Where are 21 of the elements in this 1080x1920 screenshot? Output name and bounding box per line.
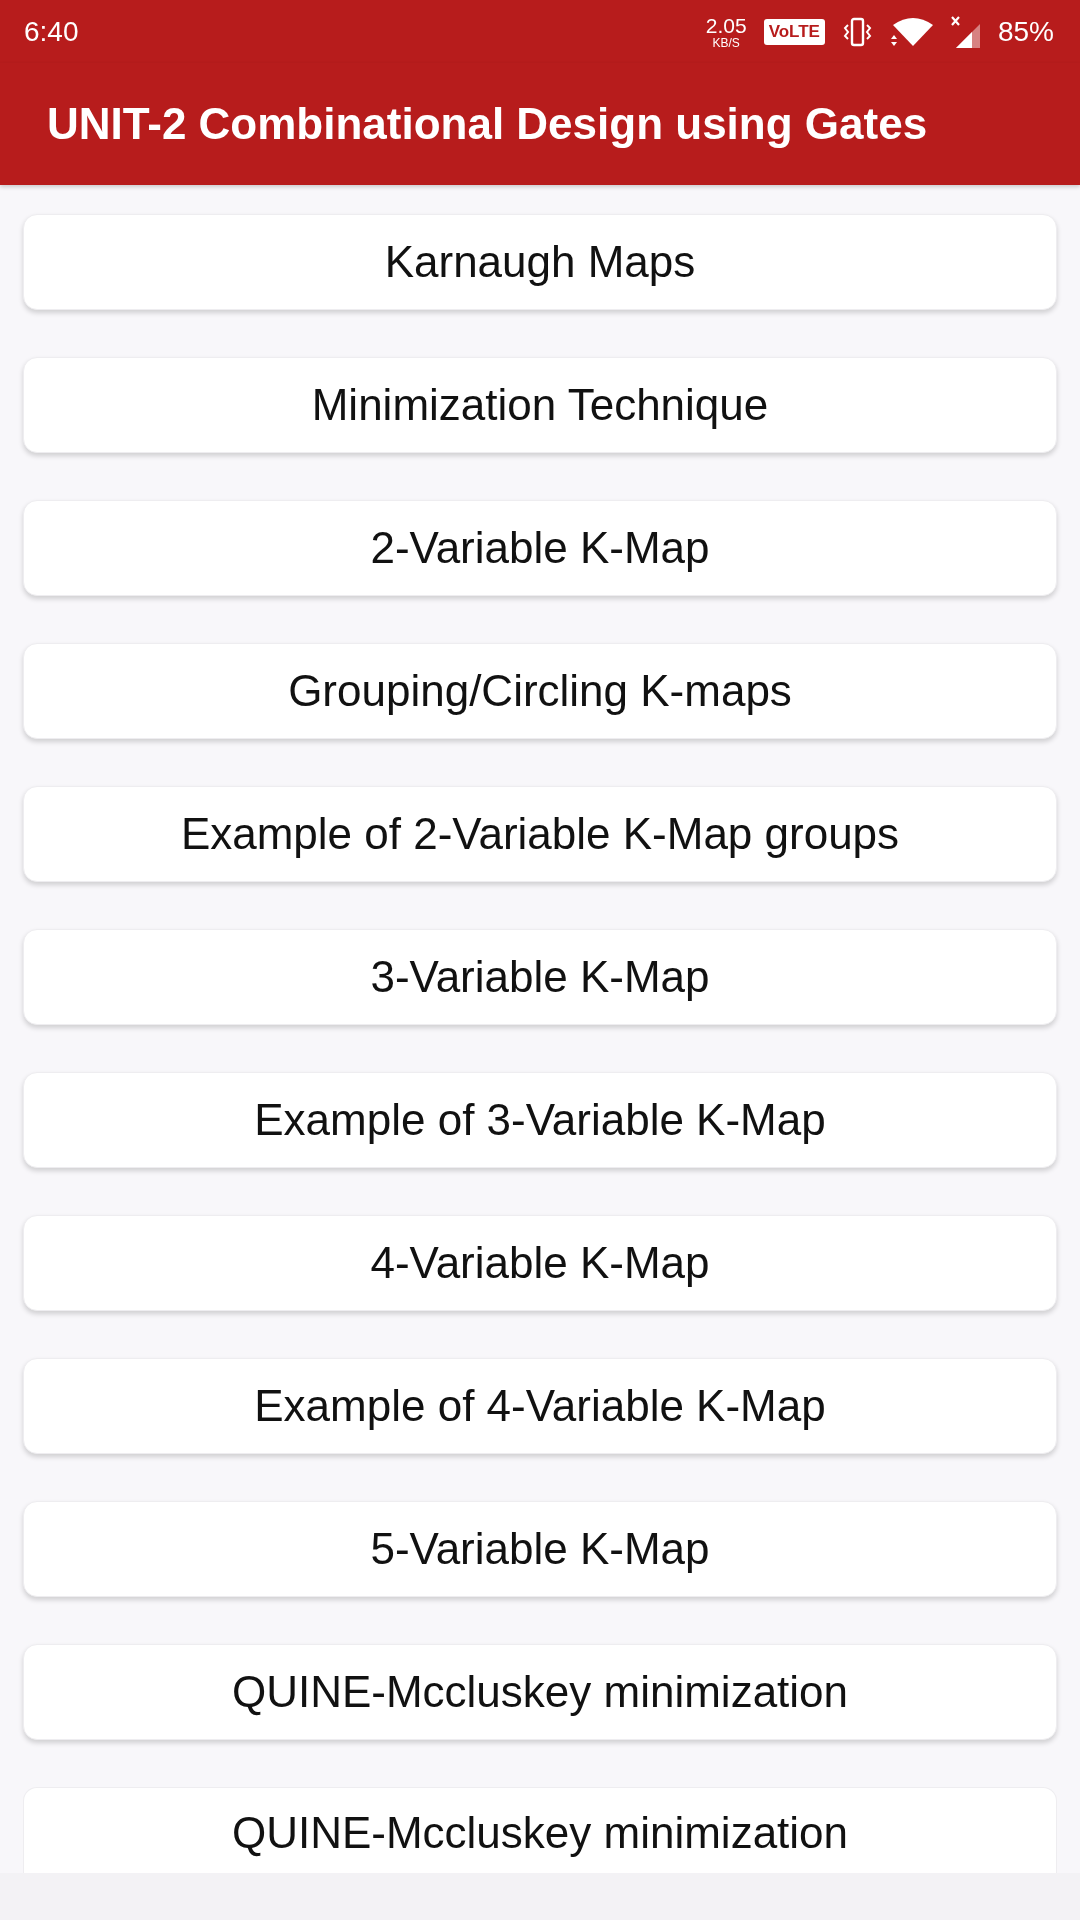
topic-card[interactable]: Minimization Technique	[23, 357, 1057, 453]
topic-card[interactable]: Karnaugh Maps	[23, 214, 1057, 310]
vibrate-icon	[841, 16, 873, 47]
topic-card[interactable]: Example of 3-Variable K-Map	[23, 1072, 1057, 1168]
topic-card[interactable]: Example of 2-Variable K-Map groups	[23, 786, 1057, 882]
app-bar-title: UNIT-2 Combinational Design using Gates	[47, 99, 928, 149]
topic-card[interactable]: Grouping/Circling K-maps	[23, 643, 1057, 739]
topic-card[interactable]: 3-Variable K-Map	[23, 929, 1057, 1025]
battery-percent: 85%	[997, 15, 1054, 48]
topic-card[interactable]: QUINE-Mccluskey minimization	[23, 1644, 1057, 1740]
topic-card[interactable]: 4-Variable K-Map	[23, 1215, 1057, 1311]
status-time: 6:40	[24, 15, 79, 48]
topic-card[interactable]: 2-Variable K-Map	[23, 500, 1057, 596]
volte-badge: VoLTE	[763, 18, 825, 45]
topic-card[interactable]: QUINE-Mccluskey minimization	[23, 1787, 1057, 1873]
wifi-icon	[889, 15, 933, 48]
data-rate-unit: KB/S	[712, 36, 740, 49]
signal-icon	[949, 15, 981, 48]
topic-card[interactable]: Example of 4-Variable K-Map	[23, 1358, 1057, 1454]
data-rate-value: 2.05	[705, 14, 747, 36]
topic-card[interactable]: 5-Variable K-Map	[23, 1501, 1057, 1597]
